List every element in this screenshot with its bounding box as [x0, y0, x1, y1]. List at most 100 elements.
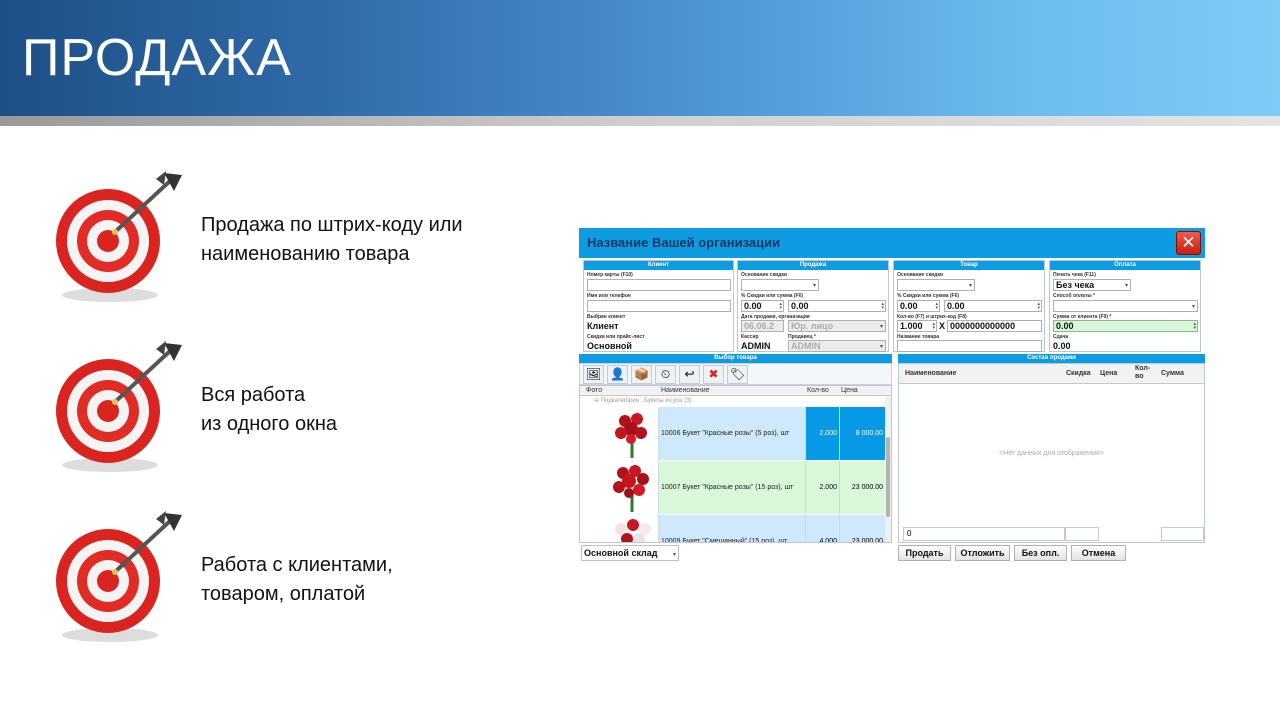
cashier-label: Кассир — [741, 334, 759, 340]
sell-button[interactable]: Продать — [898, 545, 951, 561]
spinner-icon: ▴ ▾ — [881, 301, 884, 311]
selected-client-label: Выбран клиент — [587, 314, 626, 320]
product-price: 23 000.00 — [840, 515, 885, 542]
payment-method-label: Способ оплаты * — [1053, 293, 1096, 299]
payment-method-select[interactable]: ▾ — [1053, 300, 1198, 312]
sales-window: Название Вашей организации ✕ Клиент Номе… — [579, 228, 1205, 568]
qty-input[interactable]: 1.000 ▴ ▾ — [897, 320, 937, 332]
goods-sum-input[interactable]: 0.00 ▴ ▾ — [944, 300, 1042, 312]
product-toolbar: 🖼 👤 📦 ⏲ ↩ ✖ 🏷 — [579, 363, 892, 385]
bullet-2-text: Вся работа из одного окна — [201, 381, 337, 439]
empty-message: <Нет данных для отображения> — [999, 450, 1104, 457]
bullet-3: Работа с клиентами, товаром, оплатой — [52, 505, 532, 645]
bouquet-photo — [605, 515, 659, 542]
target-dart-icon — [56, 341, 182, 472]
product-grid-header: Фото Наименование Кол-во Цена — [580, 386, 891, 396]
client-name-input[interactable] — [587, 300, 731, 312]
bullet-2-line2: из одного окна — [201, 413, 337, 435]
product-select-header: Выбор товара — [579, 354, 892, 363]
postpone-button[interactable]: Отложить — [955, 545, 1010, 561]
sale-org-select[interactable]: Юр. лицо ▾ — [788, 320, 886, 332]
product-grid: Фото Наименование Кол-во Цена ⊖ Подкатег… — [579, 385, 892, 543]
barcode-input[interactable]: 0000000000000 — [947, 320, 1042, 332]
sale-pct-input[interactable]: 0.00 ▴ ▾ — [741, 300, 784, 312]
banner-divider — [0, 116, 1280, 126]
chevron-down-icon: ▾ — [812, 283, 816, 289]
tag-icon[interactable]: 🏷 — [727, 365, 748, 384]
bullet-3-line1: Работа с клиентами, — [201, 554, 393, 576]
bullet-1-line1: Продажа по штрих-коду или — [201, 214, 463, 236]
delete-icon[interactable]: ✖ — [703, 365, 724, 384]
bullet-1: Продажа по штрих-коду или наименованию т… — [52, 165, 532, 305]
col-sale-price: Цена — [1100, 370, 1118, 377]
product-price: 8 000.00 — [840, 407, 885, 460]
cancel-button[interactable]: Отмена — [1071, 545, 1126, 561]
goods-discount-basis-select[interactable]: ▾ — [897, 279, 975, 291]
bullet-3-line2: товаром, оплатой — [201, 583, 366, 605]
card-number-input[interactable] — [587, 279, 731, 291]
goods-pct-label: % Скидки или сумма (F6) — [897, 293, 960, 299]
bullet-1-text: Продажа по штрих-коду или наименованию т… — [201, 211, 463, 269]
footer-cell — [1161, 527, 1204, 541]
bullet-1-line2: наименованию товара — [201, 243, 410, 265]
sale-date-input[interactable]: 06.06.2 — [741, 320, 784, 332]
target-dart-icon — [56, 171, 182, 302]
footer-total-qty: 0 — [903, 527, 1065, 541]
goods-pct-input[interactable]: 0.00 ▴ ▾ — [897, 300, 940, 312]
product-qty: 2.000 — [806, 461, 840, 514]
collapse-icon: ⊖ — [594, 398, 601, 404]
cashier-value: ADMIN — [741, 341, 771, 351]
payment-panel-header: Оплата — [1050, 261, 1200, 270]
product-name: 10006 Букет "Красные розы" (5 роз), шт — [659, 407, 806, 460]
product-name: 10009 Букет "Смешанный" (15 роз), шт — [659, 515, 806, 542]
window-titlebar: Название Вашей организации ✕ — [579, 228, 1205, 258]
card-number-label: Номер карты (F10) — [587, 272, 633, 278]
spinner-icon: ▴ ▾ — [1037, 301, 1040, 311]
box-icon[interactable]: 📦 — [631, 365, 652, 384]
seller-select[interactable]: ADMIN ▾ — [788, 340, 886, 352]
sale-panel: Продажа Основание скидки ▾ % Скидки или … — [737, 260, 889, 352]
sale-pct-label: % Скидки или сумма (F6) — [741, 293, 804, 299]
sale-items-footer: 0 — [899, 527, 1204, 542]
table-row[interactable]: 10006 Букет "Красные розы" (5 роз), шт 2… — [605, 407, 885, 460]
chevron-down-icon: ▾ — [672, 552, 676, 558]
table-row[interactable]: 10007 Букет "Красные розы" (15 роз), шт … — [605, 461, 885, 514]
sale-sum-input[interactable]: 0.00 ▴ ▾ — [788, 300, 886, 312]
grid-scrollbar[interactable] — [885, 397, 891, 542]
spinner-icon: ▴ ▾ — [935, 301, 938, 311]
col-qty: Кол-во — [807, 387, 829, 394]
chevron-down-icon: ▾ — [1191, 304, 1195, 310]
client-sum-input[interactable]: 0.00 ▴ ▾ — [1053, 320, 1198, 332]
goods-discount-basis-label: Основание скидки — [897, 272, 943, 278]
sale-discount-basis-select[interactable]: ▾ — [741, 279, 819, 291]
product-name: 10007 Букет "Красные розы" (15 роз), шт — [659, 461, 806, 514]
group-row[interactable]: ⊖ Подкатегория : Букеты из роз (3) — [594, 397, 692, 404]
image-icon[interactable]: 🖼 — [583, 365, 604, 384]
print-receipt-select[interactable]: Без чека ▾ — [1053, 279, 1131, 291]
payment-panel: Оплата Печать чека (F11) Без чека ▾ Спосо… — [1049, 260, 1201, 352]
sale-items-grid-header: Наименование Скидка Цена Кол-во Сумма — [899, 364, 1204, 384]
product-qty: 4.000 — [806, 515, 840, 542]
return-icon[interactable]: ↩ — [679, 365, 700, 384]
close-icon[interactable]: ✕ — [1176, 231, 1201, 255]
product-price: 23 000.00 — [840, 461, 885, 514]
client-panel-header: Клиент — [584, 261, 733, 270]
slide-title: ПРОДАЖА — [22, 29, 292, 87]
clock-icon[interactable]: ⏲ — [655, 365, 676, 384]
user-icon[interactable]: 👤 — [607, 365, 628, 384]
table-row[interactable]: 10009 Букет "Смешанный" (15 роз), шт 4.0… — [605, 515, 885, 542]
chevron-down-icon: ▾ — [968, 283, 972, 289]
col-sale-name: Наименование — [905, 370, 957, 377]
target-dart-icon — [56, 511, 182, 642]
col-photo: Фото — [586, 387, 603, 394]
client-panel: Клиент Номер карты (F10) Имя или телефон… — [583, 260, 734, 352]
spinner-icon: ▴ ▾ — [932, 321, 935, 331]
warehouse-select[interactable]: Основной склад ▾ — [581, 545, 679, 561]
no-payment-button[interactable]: Без опл. — [1014, 545, 1067, 561]
col-name: Наименование — [661, 387, 710, 394]
footer-cell — [1065, 527, 1099, 541]
chevron-down-icon: ▾ — [879, 324, 883, 330]
bullet-2-line1: Вся работа — [201, 384, 306, 406]
goods-name-input[interactable] — [897, 340, 1042, 352]
spinner-icon: ▴ ▾ — [779, 301, 782, 311]
